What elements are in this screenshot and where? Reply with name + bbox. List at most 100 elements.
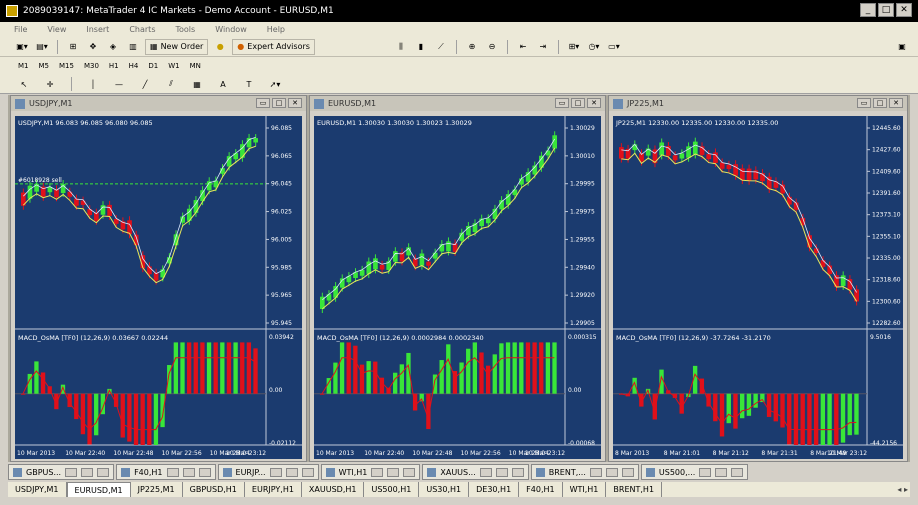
menu-insert[interactable]: Insert <box>86 25 109 34</box>
chart-close-button[interactable]: ✕ <box>889 98 903 108</box>
minimized-window-tab[interactable]: WTI,H1 <box>320 464 421 480</box>
symbol-tab-active[interactable]: EURUSD,M1 <box>66 482 131 497</box>
symbol-tab[interactable]: BRENT,H1 <box>606 482 663 497</box>
symbol-tab[interactable]: US500,H1 <box>364 482 420 497</box>
minimized-window-tab[interactable]: BRENT,... <box>530 464 639 480</box>
timeframe-m30[interactable]: M30 <box>82 62 101 70</box>
text-label-icon[interactable]: T <box>241 76 257 92</box>
crosshair-icon[interactable]: ✛ <box>42 76 58 92</box>
close-icon[interactable] <box>301 467 314 477</box>
new-order-button[interactable]: ▦ New Order <box>145 38 209 55</box>
maximize-icon[interactable] <box>715 467 728 477</box>
close-icon[interactable] <box>198 467 211 477</box>
fibonacci-icon[interactable]: ▦ <box>189 76 205 92</box>
zoom-out-icon[interactable]: ⊖ <box>484 39 500 55</box>
expert-advisors-button[interactable]: ● Expert Advisors <box>232 38 315 55</box>
chart-window-eurusd[interactable]: EURUSD,M1 ▭ □ ✕ EURUSD,M1 1.30030 1.30030 … <box>309 95 606 462</box>
bar-chart-icon[interactable]: ⫼ <box>393 39 409 55</box>
timeframe-mn[interactable]: MN <box>188 62 203 70</box>
menu-view[interactable]: View <box>47 25 66 34</box>
maximize-icon[interactable] <box>182 467 195 477</box>
auto-scroll-icon[interactable]: ⇤ <box>515 39 531 55</box>
chart-close-button[interactable]: ✕ <box>288 98 302 108</box>
symbol-tab[interactable]: USDJPY,M1 <box>8 482 67 497</box>
close-icon[interactable] <box>403 467 416 477</box>
symbol-tab[interactable]: WTI,H1 <box>563 482 607 497</box>
menu-file[interactable]: File <box>14 25 27 34</box>
arrows-icon[interactable]: ➚▾ <box>267 76 283 92</box>
close-icon[interactable] <box>621 467 634 477</box>
account-icon[interactable]: ▣ <box>894 39 910 55</box>
restore-icon[interactable] <box>371 467 384 477</box>
chart-maximize-button[interactable]: □ <box>571 98 585 108</box>
indicators-icon[interactable]: ⊞▾ <box>566 39 582 55</box>
menu-help[interactable]: Help <box>267 25 285 34</box>
restore-icon[interactable] <box>269 467 282 477</box>
new-chart-icon[interactable]: ▣▾ <box>14 39 30 55</box>
restore-icon[interactable] <box>479 467 492 477</box>
symbol-tab[interactable]: US30,H1 <box>419 482 470 497</box>
profiles-icon[interactable]: ▤▾ <box>34 39 50 55</box>
restore-icon[interactable] <box>65 467 78 477</box>
chart-maximize-button[interactable]: □ <box>873 98 887 108</box>
close-icon[interactable] <box>511 467 524 477</box>
line-chart-icon[interactable]: ⟋ <box>433 39 449 55</box>
maximize-icon[interactable] <box>387 467 400 477</box>
maximize-icon[interactable] <box>605 467 618 477</box>
trendline-icon[interactable]: ╱ <box>137 76 153 92</box>
timeframe-d1[interactable]: D1 <box>146 62 160 70</box>
menu-tools[interactable]: Tools <box>175 25 195 34</box>
tab-scroll-arrows[interactable]: ◂ ▸ <box>897 485 908 494</box>
close-button[interactable]: ✕ <box>896 3 912 17</box>
minimized-window-tab[interactable]: EURJP... <box>217 464 319 480</box>
data-window-icon[interactable]: ◈ <box>105 39 121 55</box>
symbol-tab[interactable]: GBPUSD,H1 <box>183 482 245 497</box>
chart-plot-eurusd[interactable]: EURUSD,M1 1.30030 1.30030 1.30023 1.3002… <box>314 116 601 459</box>
maximize-icon[interactable] <box>81 467 94 477</box>
restore-icon[interactable] <box>589 467 602 477</box>
metaeditor-icon[interactable]: ● <box>212 39 228 55</box>
restore-button[interactable]: □ <box>878 3 894 17</box>
chart-shift-icon[interactable]: ⇥ <box>535 39 551 55</box>
text-icon[interactable]: A <box>215 76 231 92</box>
timeframe-m15[interactable]: M15 <box>57 62 76 70</box>
close-icon[interactable] <box>97 467 110 477</box>
close-icon[interactable] <box>731 467 744 477</box>
chart-plot-jp225[interactable]: JP225,M1 12330.00 12335.00 12330.00 1233… <box>613 116 903 459</box>
chart-window-jp225[interactable]: JP225,M1 ▭ □ ✕ JP225,M1 12330.00 12335.00 … <box>608 95 908 462</box>
symbol-tab[interactable]: JP225,M1 <box>131 482 183 497</box>
chart-plot-usdjpy[interactable]: USDJPY,M1 96.083 96.085 96.080 96.085 MAC… <box>15 116 302 459</box>
navigator-icon[interactable]: ✥ <box>85 39 101 55</box>
timeframe-m1[interactable]: M1 <box>16 62 31 70</box>
timeframe-h1[interactable]: H1 <box>107 62 121 70</box>
menu-charts[interactable]: Charts <box>129 25 155 34</box>
horizontal-line-icon[interactable]: — <box>111 76 127 92</box>
chart-minimize-button[interactable]: ▭ <box>256 98 270 108</box>
minimized-window-tab[interactable]: F40,H1 <box>116 464 216 480</box>
timeframe-w1[interactable]: W1 <box>166 62 181 70</box>
restore-icon[interactable] <box>166 467 179 477</box>
minimize-button[interactable]: _ <box>860 3 876 17</box>
timeframe-h4[interactable]: H4 <box>127 62 141 70</box>
symbol-tab[interactable]: DE30,H1 <box>469 482 520 497</box>
periods-icon[interactable]: ◷▾ <box>586 39 602 55</box>
vertical-line-icon[interactable]: │ <box>85 76 101 92</box>
symbol-tab[interactable]: F40,H1 <box>519 482 563 497</box>
cursor-icon[interactable]: ↖ <box>16 76 32 92</box>
chart-minimize-button[interactable]: ▭ <box>555 98 569 108</box>
zoom-in-icon[interactable]: ⊕ <box>464 39 480 55</box>
symbol-tab[interactable]: EURJPY,H1 <box>245 482 302 497</box>
channel-icon[interactable]: ⫽ <box>163 76 179 92</box>
symbol-tab[interactable]: XAUUSD,H1 <box>302 482 365 497</box>
minimized-window-tab[interactable]: US500,... <box>640 464 749 480</box>
minimized-window-tab[interactable]: XAUUS... <box>422 464 529 480</box>
maximize-icon[interactable] <box>495 467 508 477</box>
candlestick-icon[interactable]: ▮ <box>413 39 429 55</box>
chart-close-button[interactable]: ✕ <box>587 98 601 108</box>
menu-window[interactable]: Window <box>215 25 247 34</box>
market-watch-icon[interactable]: ⊞ <box>65 39 81 55</box>
chart-maximize-button[interactable]: □ <box>272 98 286 108</box>
templates-icon[interactable]: ▭▾ <box>606 39 622 55</box>
minimized-window-tab[interactable]: GBPUS... <box>8 464 115 480</box>
chart-minimize-button[interactable]: ▭ <box>857 98 871 108</box>
